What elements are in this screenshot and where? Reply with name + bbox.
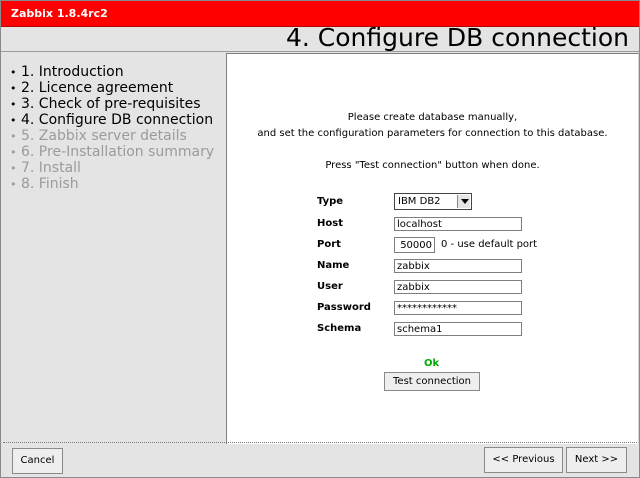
bullet-icon: • — [10, 114, 17, 127]
schema-label: Schema — [317, 323, 362, 334]
installer-window: Zabbix 1.8.4rc2 4. Configure DB connecti… — [0, 0, 640, 478]
host-label: Host — [317, 218, 343, 229]
step-list: • 1. Introduction • 2. Licence agreement •… — [10, 64, 214, 192]
bullet-icon: • — [10, 146, 17, 159]
user-field[interactable]: zabbix — [394, 280, 522, 294]
host-field[interactable]: localhost — [394, 217, 522, 231]
port-help-text: 0 - use default port — [441, 239, 538, 250]
test-connection-button[interactable]: Test connection — [384, 372, 480, 391]
name-label: Name — [317, 260, 350, 271]
database-type-value: IBM DB2 — [398, 196, 441, 207]
bullet-icon: • — [10, 162, 17, 175]
step-pre-installation-summary: • 6. Pre-Installation summary — [10, 144, 215, 160]
instruction-line-1: Please create database manually, — [347, 112, 518, 123]
password-field[interactable]: ************ — [394, 301, 522, 315]
footer-divider — [3, 442, 637, 443]
instruction-line-2: and set the configuration parameters for… — [257, 128, 608, 139]
database-type-select[interactable]: IBM DB2 — [394, 193, 472, 210]
user-label: User — [317, 281, 343, 292]
cancel-button[interactable]: Cancel — [12, 448, 63, 474]
previous-button[interactable]: << Previous — [484, 447, 563, 473]
type-label: Type — [317, 196, 344, 207]
bullet-icon: • — [10, 98, 17, 111]
instruction-line-3: Press "Test connection" button when done… — [325, 160, 540, 171]
header-divider — [1, 51, 639, 52]
step-finish: • 8. Finish — [10, 176, 79, 192]
step-introduction: • 1. Introduction — [10, 64, 124, 80]
step-configure-db-connection: • 4. Configure DB connection — [10, 112, 214, 128]
password-label: Password — [317, 302, 371, 313]
db-configuration-panel: Please create database manually, and set… — [226, 53, 639, 444]
port-field[interactable]: 50000 — [394, 237, 435, 253]
step-pre-requisites: • 3. Check of pre-requisites — [10, 96, 201, 112]
step-licence-agreement: • 2. Licence agreement — [10, 80, 174, 96]
database-name-field[interactable]: zabbix — [394, 259, 522, 273]
page-title: 4. Configure DB connection — [285, 23, 629, 52]
connection-status: Ok — [424, 358, 440, 369]
step-install: • 7. Install — [10, 160, 81, 176]
schema-field[interactable]: schema1 — [394, 322, 522, 336]
bullet-icon: • — [10, 178, 17, 191]
step-zabbix-server-details: • 5. Zabbix server details — [10, 128, 187, 144]
bullet-icon: • — [10, 82, 17, 95]
bullet-icon: • — [10, 130, 17, 143]
bullet-icon: • — [10, 66, 17, 79]
window-title: Zabbix 1.8.4rc2 — [11, 7, 108, 20]
next-button[interactable]: Next >> — [566, 447, 627, 473]
chevron-down-icon[interactable] — [457, 195, 470, 208]
port-label: Port — [317, 239, 341, 250]
